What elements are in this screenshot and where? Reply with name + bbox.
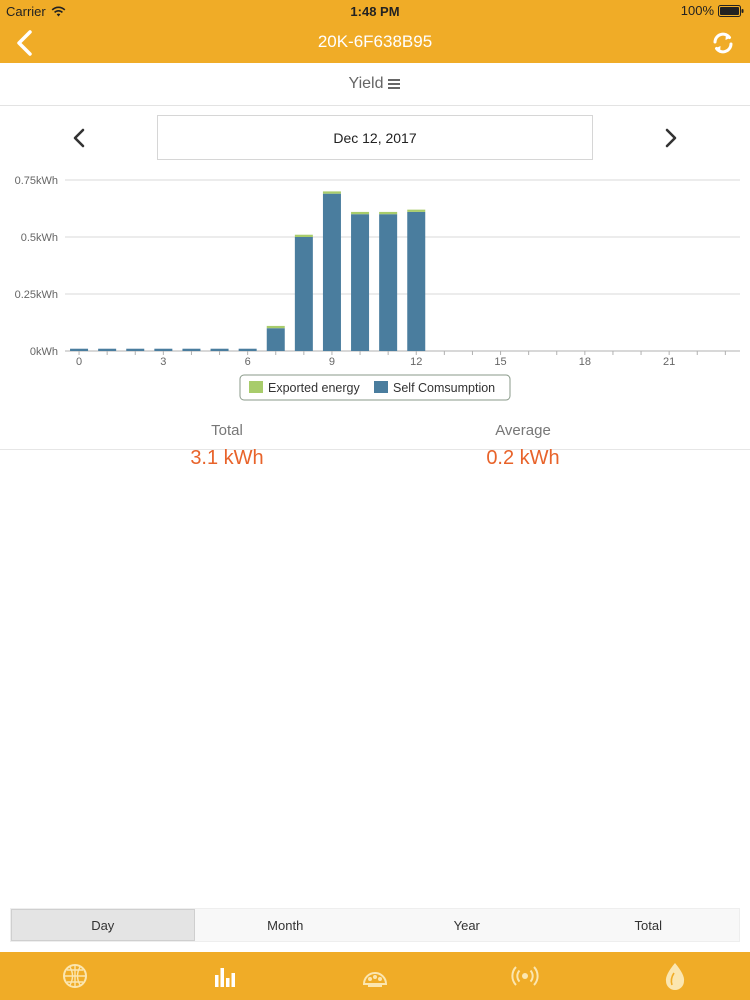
bar-exported-energy	[379, 211, 398, 215]
battery-icon	[718, 4, 744, 17]
status-bar: Carrier 1:48 PM 100%	[0, 0, 750, 22]
y-tick-label: 0.75kWh	[15, 175, 58, 187]
y-tick-label: 0.25kWh	[15, 289, 58, 301]
x-tick-label: 3	[160, 356, 166, 368]
bar-self-consumption	[98, 348, 117, 351]
tab-monitor[interactable]	[450, 952, 600, 1000]
segment-total[interactable]: Total	[558, 909, 740, 941]
x-tick-label: 12	[410, 356, 422, 368]
total-stat: Total 3.1 kWh	[77, 422, 377, 470]
total-label: Total	[211, 422, 243, 439]
segment-label: Total	[634, 917, 662, 933]
legend-label-exported: Exported energy	[268, 381, 360, 395]
bar-self-consumption	[351, 214, 370, 351]
yield-chart: 0kWh 0.25kWh 0.5kWh 0.75kWh 0 3 6 9 12 15 18 21 Expo…	[0, 168, 750, 408]
navigation-bar: 20K-6F638B95	[0, 22, 750, 63]
bar-chart: 0kWh 0.25kWh 0.5kWh 0.75kWh 0 3 6 9 12 15 18 21 Expo…	[15, 175, 740, 401]
legend-swatch-exported	[249, 381, 263, 393]
bar-self-consumption	[126, 348, 145, 351]
date-navigator: Dec 12, 2017	[0, 106, 750, 166]
segment-label: Month	[267, 917, 304, 933]
bar-exported-energy	[407, 209, 426, 212]
status-time: 1:48 PM	[350, 4, 400, 19]
inverter-icon	[362, 972, 388, 987]
average-label: Average	[495, 422, 551, 439]
date-label: Dec 12, 2017	[333, 129, 417, 146]
bar-exported-energy	[294, 234, 313, 237]
legend-swatch-self	[374, 381, 388, 393]
summary-stats: Total 3.1 kWh Average 0.2 kWh	[0, 422, 750, 482]
bar-exported-energy	[351, 211, 370, 215]
battery-percent: 100%	[680, 3, 714, 18]
x-tick-label: 9	[329, 356, 335, 368]
x-tick-label: 21	[663, 356, 675, 368]
metric-selector: Yield	[0, 63, 750, 106]
x-tick-label: 18	[579, 356, 591, 368]
bar-exported-energy	[322, 191, 341, 194]
bar-chart-icon	[215, 968, 235, 987]
average-value: 0.2 kWh	[486, 447, 560, 469]
bar-self-consumption	[238, 348, 257, 351]
globe-grid-icon	[63, 964, 87, 988]
x-tick-label: 0	[76, 356, 82, 368]
tab-eco[interactable]	[600, 952, 750, 1000]
y-tick-label: 0kWh	[30, 346, 58, 358]
bar-self-consumption	[266, 328, 285, 351]
segment-day[interactable]: Day	[11, 909, 195, 941]
hamburger-menu-icon	[388, 79, 401, 89]
y-tick-label: 0.5kWh	[21, 232, 58, 244]
bar-self-consumption	[182, 348, 201, 351]
page-title: 20K-6F638B95	[317, 32, 433, 51]
yield-dropdown[interactable]: Yield	[349, 75, 402, 93]
total-value: 3.1 kWh	[190, 447, 264, 469]
tab-bar	[0, 952, 750, 1000]
selector-label: Yield	[348, 75, 384, 92]
x-tick-label: 6	[245, 356, 251, 368]
bar-self-consumption	[154, 348, 173, 351]
bar-self-consumption	[70, 348, 89, 351]
battery-info: 100%	[681, 3, 744, 18]
bar-self-consumption	[294, 237, 313, 351]
bar-self-consumption	[379, 214, 398, 351]
tab-device[interactable]	[300, 952, 450, 1000]
bar-self-consumption	[210, 348, 229, 351]
refresh-icon[interactable]	[710, 30, 736, 56]
segment-month[interactable]: Month	[195, 909, 377, 941]
x-tick-label: 15	[494, 356, 506, 368]
date-picker[interactable]: Dec 12, 2017	[157, 115, 593, 160]
bar-exported-energy	[266, 325, 285, 329]
legend-label-self: Self Comsumption	[393, 381, 495, 395]
segment-label: Day	[91, 917, 115, 933]
leaf-drop-icon	[665, 963, 685, 990]
tab-statistics[interactable]	[150, 952, 300, 1000]
period-segmented-control: Day Month Year Total	[10, 908, 740, 942]
chevron-right-icon[interactable]	[656, 124, 684, 152]
segment-year[interactable]: Year	[376, 909, 558, 941]
signal-broadcast-icon	[511, 966, 539, 986]
chevron-left-icon[interactable]	[66, 124, 94, 152]
bar-self-consumption	[322, 193, 341, 351]
average-stat: Average 0.2 kWh	[373, 422, 673, 470]
bar-self-consumption	[407, 211, 426, 351]
tab-overview[interactable]	[0, 952, 150, 1000]
segment-label: Year	[453, 917, 480, 933]
